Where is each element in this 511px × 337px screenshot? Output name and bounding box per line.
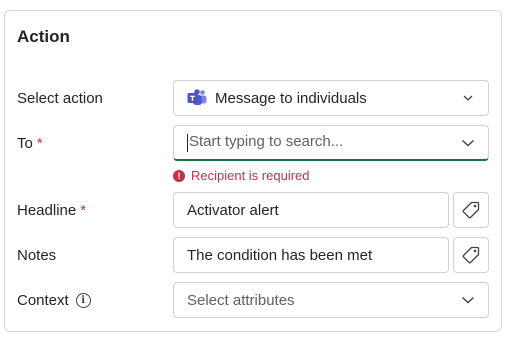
- select-action-label: Select action: [17, 90, 103, 107]
- context-placeholder: Select attributes: [187, 291, 295, 309]
- context-label: Context i: [17, 292, 91, 309]
- teams-icon: [187, 89, 207, 105]
- notes-insert-tag-button[interactable]: [453, 237, 489, 273]
- select-action-value: Message to individuals: [215, 89, 367, 107]
- select-action-dropdown[interactable]: Message to individuals: [173, 80, 489, 116]
- notes-label-text: Notes: [17, 247, 57, 264]
- chevron-down-icon: [460, 292, 476, 308]
- headline-label-text: Headline: [17, 202, 77, 219]
- context-select[interactable]: Select attributes: [173, 282, 489, 318]
- to-label: To *: [17, 135, 43, 152]
- to-label-text: To: [17, 135, 33, 152]
- headline-value: Activator alert: [187, 201, 279, 219]
- notes-input[interactable]: The condition has been met: [173, 237, 449, 273]
- chevron-down-icon: [460, 90, 476, 106]
- tag-icon: [462, 201, 480, 219]
- section-title: Action: [17, 27, 70, 46]
- chevron-down-icon[interactable]: [460, 135, 476, 151]
- required-marker: *: [80, 202, 87, 219]
- action-card: Action Select action Message to individu…: [4, 10, 502, 332]
- headline-label: Headline *: [17, 202, 86, 219]
- to-placeholder: Start typing to search...: [189, 133, 344, 151]
- tag-icon: [462, 246, 480, 264]
- text-cursor: [187, 133, 188, 152]
- to-error-text: Recipient is required: [191, 168, 310, 183]
- to-error-message: ! Recipient is required: [173, 168, 310, 183]
- select-action-label-text: Select action: [17, 90, 103, 107]
- notes-label: Notes: [17, 247, 56, 264]
- to-search-input[interactable]: Start typing to search...: [173, 125, 489, 161]
- headline-insert-tag-button[interactable]: [453, 192, 489, 228]
- context-label-text: Context: [17, 292, 69, 309]
- headline-input[interactable]: Activator alert: [173, 192, 449, 228]
- info-icon[interactable]: i: [75, 293, 91, 308]
- notes-value: The condition has been met: [187, 246, 373, 264]
- required-marker: *: [36, 135, 43, 152]
- error-icon: !: [173, 169, 185, 182]
